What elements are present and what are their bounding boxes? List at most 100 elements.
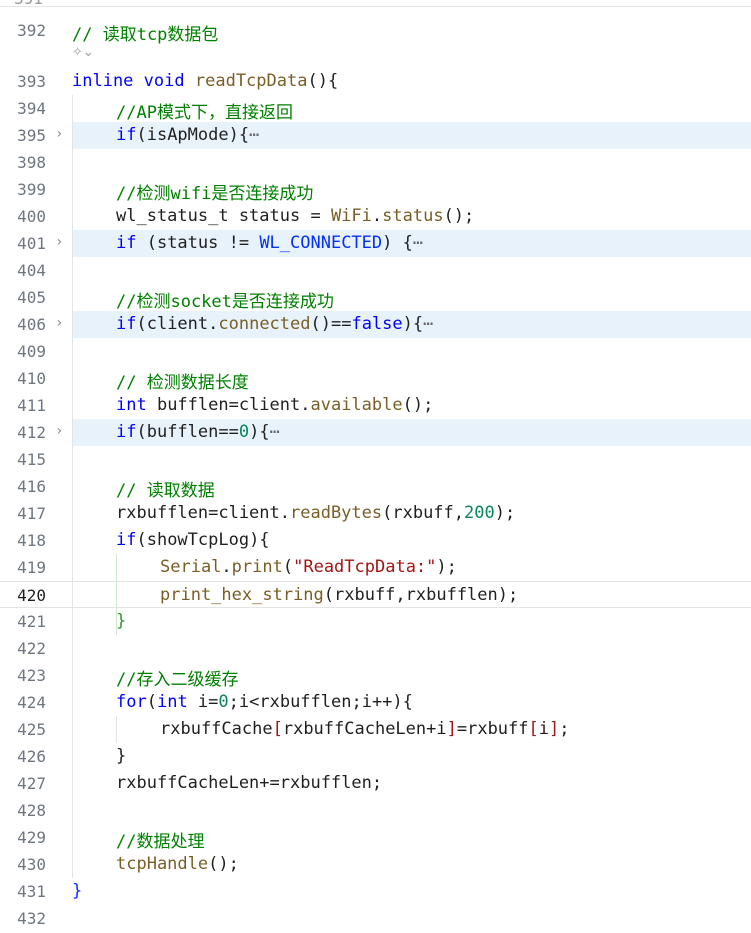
gutter: 412 › [0, 419, 72, 446]
code-line[interactable]: 422 [0, 635, 751, 662]
line-number: 394 [17, 99, 46, 118]
code-line[interactable]: 392 // 读取tcp数据包 [0, 17, 751, 45]
code-line[interactable]: 432 [0, 905, 751, 932]
code-line-folded[interactable]: 406 › if(client.connected()==false){⋯ [0, 311, 751, 338]
code-line[interactable]: 393 inline void readTcpData(){ [0, 68, 751, 95]
code-line[interactable]: 425 rxbuffCache[rxbuffCacheLen+i]=rxbuff… [0, 716, 751, 743]
code-line[interactable]: 398 [0, 149, 751, 176]
line-number: 431 [17, 882, 46, 901]
line-number: 423 [17, 666, 46, 685]
code-line[interactable]: 418 if(showTcpLog){ [0, 527, 751, 554]
line-number: 411 [17, 396, 46, 415]
gutter: 426 [0, 743, 72, 770]
code-text: } [116, 746, 127, 766]
code-line[interactable]: 417 rxbufflen=client.readBytes(rxbuff,20… [0, 500, 751, 527]
code-text: //数据处理 [116, 832, 205, 852]
gutter: 394 [0, 95, 72, 122]
line-number: 422 [17, 639, 46, 658]
line-number: 406 [17, 315, 46, 334]
line-number: 427 [17, 774, 46, 793]
code-line[interactable]: 405 //检测socket是否连接成功 [0, 284, 751, 312]
code-text: inline void readTcpData(){ [72, 71, 339, 91]
line-number: 426 [17, 747, 46, 766]
line-number: 418 [17, 531, 46, 550]
code-line[interactable]: 410 // 检测数据长度 [0, 365, 751, 393]
indent-guide [72, 176, 73, 203]
line-number: 429 [17, 828, 46, 847]
code-line-current[interactable]: 420 print_hex_string(rxbuff,rxbufflen); [0, 581, 751, 609]
line-number: 393 [17, 72, 46, 91]
gutter: 405 [0, 284, 72, 311]
code-text: } [116, 611, 127, 631]
gutter: 406 › [0, 311, 72, 338]
gutter: 401 › [0, 230, 72, 257]
gutter: 416 [0, 473, 72, 500]
fold-chevron-icon[interactable]: › [55, 423, 63, 439]
line-number: 424 [17, 693, 46, 712]
line-number: 399 [17, 180, 46, 199]
indent-guide [72, 797, 73, 824]
code-line[interactable]: 419 Serial.print("ReadTcpData:"); [0, 554, 751, 581]
indent-guide [72, 122, 73, 149]
line-number: 428 [17, 801, 46, 820]
code-text: //检测wifi是否连接成功 [116, 184, 314, 204]
code-line-folded[interactable]: 401 › if (status != WL_CONNECTED) {⋯ [0, 230, 751, 257]
line-number: 430 [17, 855, 46, 874]
fold-chevron-icon[interactable]: › [55, 315, 63, 331]
gutter: 399 [0, 176, 72, 203]
indent-guide [72, 851, 73, 878]
gutter: 411 [0, 392, 72, 419]
line-number: 425 [17, 720, 46, 739]
code-line[interactable]: 394 //AP模式下，直接返回 [0, 95, 751, 123]
gutter: 409 [0, 338, 72, 365]
gutter: 428 [0, 797, 72, 824]
indent-guide [72, 95, 73, 122]
code-text: if (status != WL_CONNECTED) {⋯ [116, 233, 424, 253]
code-line[interactable]: 404 [0, 257, 751, 284]
code-text: print_hex_string(rxbuff,rxbufflen); [160, 585, 519, 605]
code-line[interactable]: 428 [0, 797, 751, 824]
code-line[interactable]: 421 } [0, 608, 751, 635]
line-number: 419 [17, 558, 46, 577]
code-text: Serial.print("ReadTcpData:"); [160, 557, 457, 577]
codelens-actions[interactable]: ✧⌄ [72, 45, 132, 67]
code-line-folded[interactable]: 412 › if(bufflen==0){⋯ [0, 419, 751, 446]
code-text: if(bufflen==0){⋯ [116, 422, 280, 442]
code-line[interactable]: 415 [0, 446, 751, 473]
indent-guide [72, 527, 73, 554]
indent-guide [72, 716, 73, 743]
code-line-folded[interactable]: 395 › if(isApMode){⋯ [0, 122, 751, 149]
code-line[interactable]: 424 for(int i=0;i<rxbufflen;i++){ [0, 689, 751, 716]
code-line[interactable]: 430 tcpHandle(); [0, 851, 751, 878]
indent-guide [72, 365, 73, 392]
line-number: 405 [17, 288, 46, 307]
gutter: 429 [0, 824, 72, 851]
code-line[interactable]: 426 } [0, 743, 751, 770]
code-line[interactable]: 429 //数据处理 [0, 824, 751, 852]
code-line[interactable]: 411 int bufflen=client.available(); [0, 392, 751, 419]
line-number: 398 [17, 153, 46, 172]
fold-chevron-icon[interactable]: › [55, 234, 63, 250]
indent-guide [72, 149, 73, 176]
indent-guide [72, 338, 73, 365]
code-line[interactable]: 423 //存入二级缓存 [0, 662, 751, 690]
code-text: } [72, 881, 83, 901]
code-line[interactable]: 416 // 读取数据 [0, 473, 751, 501]
indent-guide [72, 419, 73, 446]
indent-guide [72, 554, 73, 581]
line-number: 392 [17, 21, 46, 40]
code-line[interactable]: 427 rxbuffCacheLen+=rxbufflen; [0, 770, 751, 797]
fold-chevron-icon[interactable]: › [55, 126, 63, 142]
code-line[interactable]: 409 [0, 338, 751, 365]
indent-guide [72, 824, 73, 851]
code-line[interactable]: 431 } [0, 878, 751, 905]
code-line[interactable]: 399 //检测wifi是否连接成功 [0, 176, 751, 204]
code-line[interactable]: 400 wl_status_t status = WiFi.status(); [0, 203, 751, 230]
gutter: 398 [0, 149, 72, 176]
gutter: 427 [0, 770, 72, 797]
sparkle-icon[interactable]: ✧⌄ [72, 45, 94, 60]
gutter: 419 [0, 554, 72, 581]
line-number: 415 [17, 450, 46, 469]
indent-guide [72, 257, 73, 284]
gutter: 431 [0, 878, 72, 905]
